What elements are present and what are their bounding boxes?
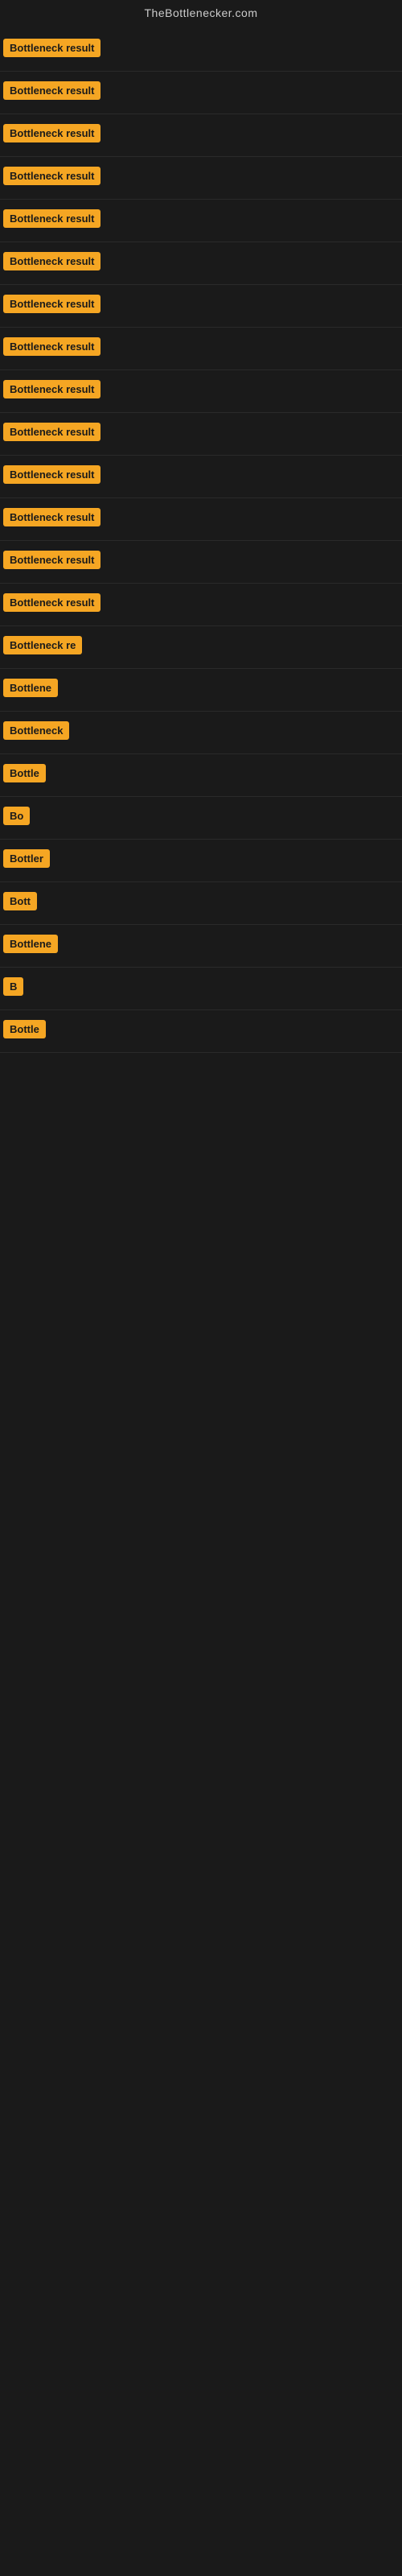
bottleneck-badge-20[interactable]: Bottler (3, 849, 50, 868)
result-row-13: Bottleneck result (0, 541, 402, 584)
bottleneck-badge-7[interactable]: Bottleneck result (3, 295, 100, 313)
result-row-11: Bottleneck result (0, 456, 402, 498)
result-row-14: Bottleneck result (0, 584, 402, 626)
bottleneck-badge-18[interactable]: Bottle (3, 764, 46, 782)
bottleneck-badge-21[interactable]: Bott (3, 892, 37, 910)
bottleneck-badge-4[interactable]: Bottleneck result (3, 167, 100, 185)
bottleneck-badge-13[interactable]: Bottleneck result (3, 551, 100, 569)
bottleneck-badge-16[interactable]: Bottlene (3, 679, 58, 697)
result-row-20: Bottler (0, 840, 402, 882)
result-row-10: Bottleneck result (0, 413, 402, 456)
result-row-23: B (0, 968, 402, 1010)
bottleneck-badge-22[interactable]: Bottlene (3, 935, 58, 953)
result-row-3: Bottleneck result (0, 114, 402, 157)
bottleneck-badge-17[interactable]: Bottleneck (3, 721, 69, 740)
bottleneck-badge-23[interactable]: B (3, 977, 23, 996)
bottleneck-badge-5[interactable]: Bottleneck result (3, 209, 100, 228)
result-row-12: Bottleneck result (0, 498, 402, 541)
site-title: TheBottlenecker.com (144, 6, 257, 19)
bottleneck-badge-14[interactable]: Bottleneck result (3, 593, 100, 612)
result-row-9: Bottleneck result (0, 370, 402, 413)
result-row-1: Bottleneck result (0, 29, 402, 72)
results-list: Bottleneck result Bottleneck result Bottle… (0, 29, 402, 1053)
site-header: TheBottlenecker.com (0, 0, 402, 29)
bottleneck-badge-10[interactable]: Bottleneck result (3, 423, 100, 441)
result-row-21: Bott (0, 882, 402, 925)
bottleneck-badge-2[interactable]: Bottleneck result (3, 81, 100, 100)
bottleneck-badge-1[interactable]: Bottleneck result (3, 39, 100, 57)
result-row-15: Bottleneck re (0, 626, 402, 669)
bottleneck-badge-6[interactable]: Bottleneck result (3, 252, 100, 270)
bottleneck-badge-19[interactable]: Bo (3, 807, 30, 825)
result-row-19: Bo (0, 797, 402, 840)
bottleneck-badge-9[interactable]: Bottleneck result (3, 380, 100, 398)
bottleneck-badge-11[interactable]: Bottleneck result (3, 465, 100, 484)
result-row-8: Bottleneck result (0, 328, 402, 370)
result-row-18: Bottle (0, 754, 402, 797)
result-row-5: Bottleneck result (0, 200, 402, 242)
result-row-2: Bottleneck result (0, 72, 402, 114)
bottleneck-badge-12[interactable]: Bottleneck result (3, 508, 100, 526)
result-row-4: Bottleneck result (0, 157, 402, 200)
result-row-6: Bottleneck result (0, 242, 402, 285)
bottleneck-badge-8[interactable]: Bottleneck result (3, 337, 100, 356)
result-row-24: Bottle (0, 1010, 402, 1053)
bottleneck-badge-15[interactable]: Bottleneck re (3, 636, 82, 654)
result-row-17: Bottleneck (0, 712, 402, 754)
result-row-22: Bottlene (0, 925, 402, 968)
result-row-7: Bottleneck result (0, 285, 402, 328)
result-row-16: Bottlene (0, 669, 402, 712)
bottleneck-badge-3[interactable]: Bottleneck result (3, 124, 100, 142)
bottleneck-badge-24[interactable]: Bottle (3, 1020, 46, 1038)
